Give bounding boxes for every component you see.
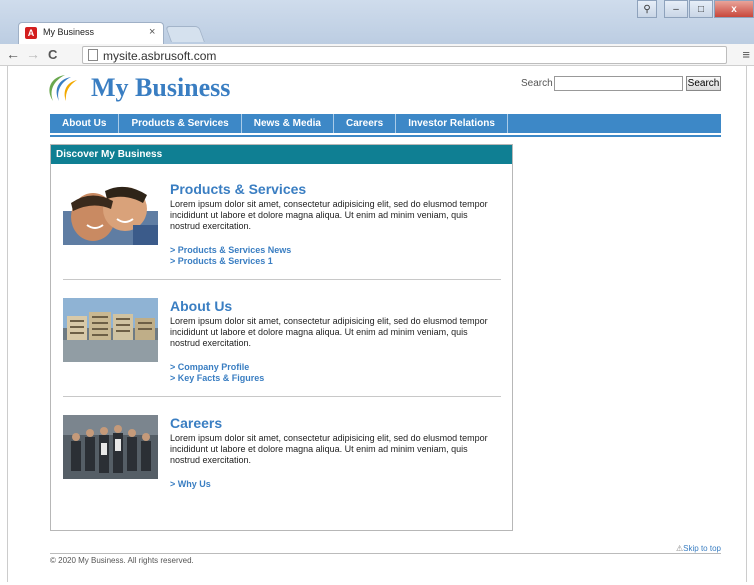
link-company-profile[interactable]: > Company Profile — [170, 362, 249, 372]
item-title[interactable]: About Us — [170, 298, 232, 314]
nav-about-us[interactable]: About Us — [50, 114, 120, 133]
list-item: Careers Lorem ipsum dolor sit amet, cons… — [63, 415, 501, 495]
item-title[interactable]: Careers — [170, 415, 222, 431]
list-item: About Us Lorem ipsum dolor sit amet, con… — [63, 298, 501, 388]
user-icon[interactable]: ⚲ — [637, 0, 657, 18]
search-input[interactable] — [554, 76, 683, 91]
item-description: Lorem ipsum dolor sit amet, consectetur … — [170, 199, 488, 231]
item-divider — [63, 396, 501, 397]
careers-image — [63, 415, 158, 479]
new-tab-button[interactable] — [165, 26, 205, 42]
browser-toolbar: ← → C mysite.asbrusoft.com ≡ — [0, 44, 754, 66]
minimize-button[interactable]: – — [664, 0, 688, 18]
forward-icon[interactable]: → — [26, 46, 40, 62]
link-products-services-news[interactable]: > Products & Services News — [170, 245, 291, 255]
browser-tab[interactable]: A My Business × — [18, 22, 164, 44]
close-window-button[interactable]: x — [714, 0, 754, 18]
window-controls: ⚲ – □ x — [637, 0, 754, 20]
reload-icon[interactable]: C — [48, 47, 57, 62]
item-description: Lorem ipsum dolor sit amet, consectetur … — [170, 316, 488, 348]
nav-careers[interactable]: Careers — [334, 114, 397, 133]
link-key-facts-figures[interactable]: > Key Facts & Figures — [170, 373, 264, 383]
back-icon[interactable]: ← — [6, 46, 20, 62]
brand-title[interactable]: My Business — [91, 73, 230, 103]
copyright-text: © 2020 My Business. All rights reserved. — [50, 556, 194, 565]
tab-close-icon[interactable]: × — [149, 26, 155, 38]
nav-news-media[interactable]: News & Media — [242, 114, 334, 133]
search-button[interactable]: Search — [686, 76, 721, 91]
browser-titlebar: A My Business × ⚲ – □ x — [0, 0, 754, 44]
item-description: Lorem ipsum dolor sit amet, consectetur … — [170, 433, 488, 465]
skip-to-top-label: Skip to top — [683, 544, 721, 553]
logo-icon — [49, 75, 77, 101]
url-text: mysite.asbrusoft.com — [103, 49, 217, 63]
menu-icon[interactable]: ≡ — [742, 47, 750, 62]
search-label: Search — [521, 78, 553, 89]
maximize-button[interactable]: □ — [689, 0, 713, 18]
favicon: A — [25, 27, 37, 39]
panel-header: Discover My Business — [51, 145, 512, 164]
nav-investor-relations[interactable]: Investor Relations — [396, 114, 508, 133]
main-nav: About Us Products & Services News & Medi… — [50, 114, 721, 133]
about-image — [63, 298, 158, 362]
page-icon — [88, 49, 98, 61]
nav-products-services[interactable]: Products & Services — [119, 114, 242, 133]
item-divider — [63, 279, 501, 280]
list-item: Products & Services Lorem ipsum dolor si… — [63, 181, 501, 271]
skip-to-top-link[interactable]: ⚠Skip to top — [676, 544, 721, 553]
tab-title: My Business — [43, 27, 95, 37]
products-image — [63, 181, 158, 245]
footer-divider — [50, 553, 721, 554]
address-bar[interactable]: mysite.asbrusoft.com — [82, 46, 727, 64]
link-products-services-1[interactable]: > Products & Services 1 — [170, 256, 273, 266]
discover-panel: Discover My Business Products & Services… — [50, 144, 513, 531]
link-why-us[interactable]: > Why Us — [170, 479, 211, 489]
item-title[interactable]: Products & Services — [170, 181, 306, 197]
nav-underline — [50, 135, 721, 137]
